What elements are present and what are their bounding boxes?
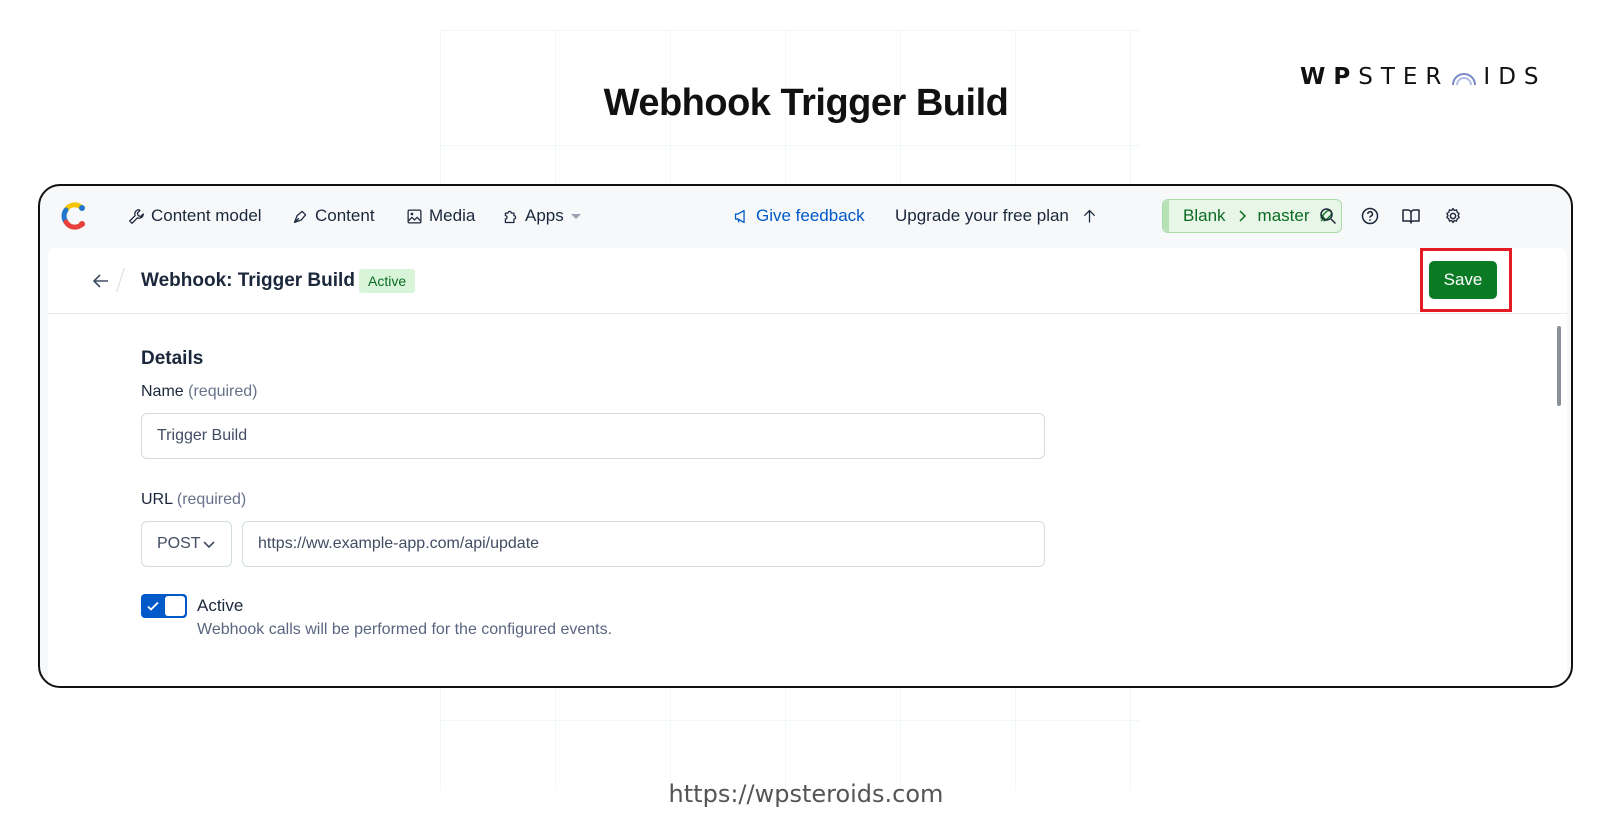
nav-content-model[interactable]: Content model — [128, 206, 262, 226]
webhook-title: Webhook: Trigger Build — [141, 270, 355, 291]
wrench-icon — [129, 208, 144, 224]
gear-icon[interactable] — [1443, 206, 1463, 226]
chevron-down-icon — [203, 541, 215, 549]
webhook-editor-panel: Webhook: Trigger Build Active Save Detai… — [48, 248, 1567, 686]
caret-down-icon — [570, 214, 581, 219]
give-feedback-link[interactable]: Give feedback — [733, 206, 865, 226]
feedback-label: Give feedback — [756, 206, 865, 225]
editor-header: Webhook: Trigger Build Active Save — [48, 248, 1567, 314]
nav-apps[interactable]: Apps — [502, 206, 582, 226]
page-title: Webhook Trigger Build — [603, 82, 1009, 124]
puzzle-icon — [504, 210, 517, 223]
megaphone-icon — [734, 209, 745, 223]
arrow-up-icon — [1083, 209, 1095, 222]
upgrade-plan-link[interactable]: Upgrade your free plan — [895, 206, 1098, 226]
footer-url: https://wpsteroids.com — [668, 780, 944, 808]
save-button[interactable]: Save — [1429, 261, 1497, 299]
top-navigation: Content model Content Media Apps Give fe… — [40, 186, 1571, 248]
http-method-select[interactable]: POST — [141, 521, 232, 567]
nav-label: Apps — [525, 206, 564, 225]
url-label: URL (required) — [141, 491, 247, 508]
nav-label: Content model — [151, 206, 262, 225]
app-window: Content model Content Media Apps Give fe… — [38, 184, 1573, 688]
details-heading: Details — [141, 348, 204, 369]
environment-switcher[interactable]: Blank master — [1162, 199, 1342, 233]
active-help-text: Webhook calls will be performed for the … — [197, 621, 613, 638]
toggle-knob — [165, 596, 185, 616]
active-toggle[interactable] — [141, 594, 187, 618]
name-input[interactable]: Trigger Build — [141, 413, 1045, 459]
status-badge: Active — [359, 269, 416, 293]
environment-name: master — [1257, 206, 1310, 225]
nav-label: Media — [429, 206, 476, 225]
search-icon[interactable] — [1318, 206, 1338, 226]
space-name: Blank — [1183, 206, 1226, 225]
help-icon[interactable] — [1360, 206, 1380, 226]
name-label: Name (required) — [141, 383, 258, 400]
upgrade-label: Upgrade your free plan — [895, 206, 1069, 225]
checkmark-icon — [143, 596, 163, 616]
contentful-logo[interactable] — [60, 200, 90, 232]
nav-label: Content — [315, 206, 375, 225]
scrollbar[interactable] — [1557, 326, 1561, 406]
method-value: POST — [157, 535, 201, 552]
chevron-right-icon — [1239, 210, 1246, 222]
url-input[interactable]: https://ww.example-app.com/api/update — [242, 521, 1045, 567]
nav-media[interactable]: Media — [406, 206, 475, 226]
back-arrow-icon[interactable] — [90, 270, 112, 292]
nav-content[interactable]: Content — [292, 206, 375, 226]
active-label: Active — [197, 596, 244, 615]
image-icon — [407, 208, 422, 224]
book-icon[interactable] — [1401, 206, 1421, 226]
breadcrumb-separator — [116, 268, 125, 292]
pen-nib-icon — [293, 210, 307, 223]
